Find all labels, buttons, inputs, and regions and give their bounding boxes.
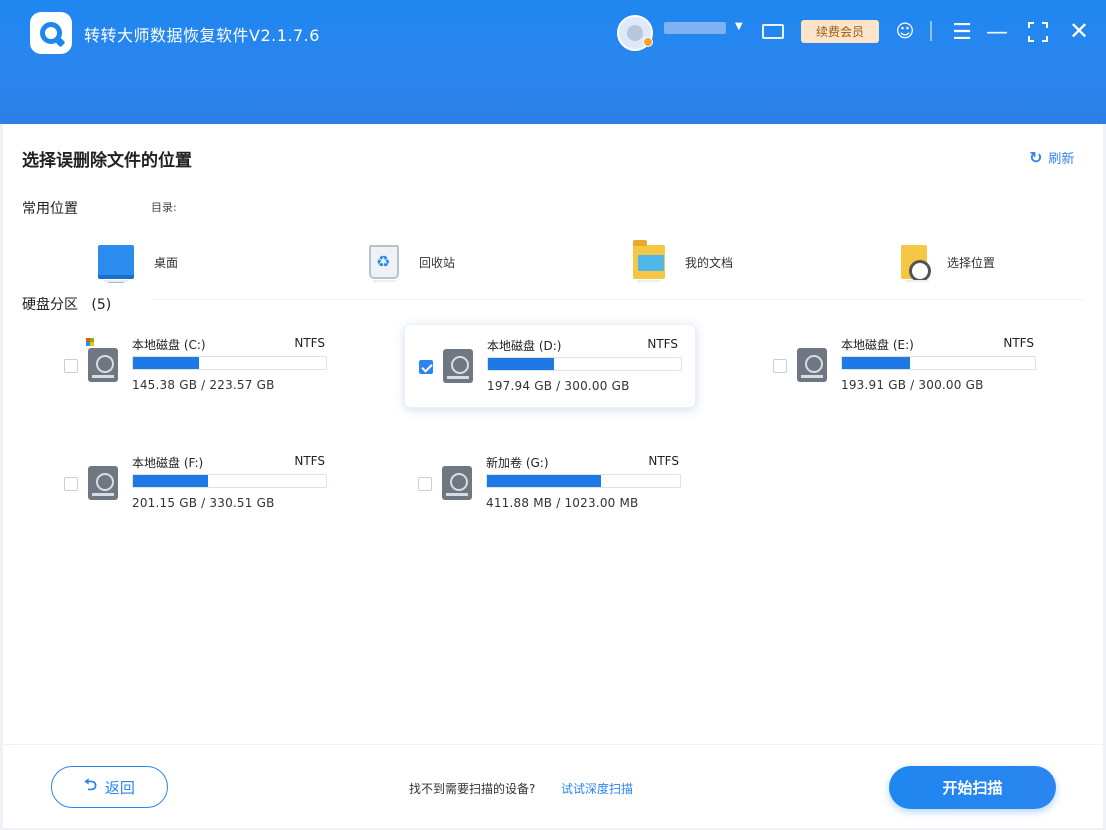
- disk-count: (5): [91, 297, 112, 313]
- location-choose[interactable]: 选择位置: [901, 236, 995, 288]
- disk-checkbox[interactable]: [418, 477, 432, 491]
- documents-folder-icon: [633, 240, 665, 279]
- disk-card[interactable]: 本地磁盘 (F:) NTFS 201.15 GB / 330.51 GB: [50, 442, 342, 526]
- page-title: 选择误删除文件的位置: [22, 151, 192, 171]
- hard-drive-icon: [88, 348, 118, 382]
- disk-usage-fill: [133, 357, 199, 369]
- vip-badge-icon: [643, 37, 653, 47]
- disk-size: 411.88 MB / 1023.00 MB: [486, 496, 639, 510]
- disk-name: 本地磁盘 (D:): [487, 339, 562, 353]
- disk-checkbox[interactable]: [773, 359, 787, 373]
- location-label: 桌面: [154, 255, 179, 270]
- choose-location-icon: [901, 245, 931, 282]
- header-separator: [930, 21, 932, 41]
- footer-bar: ⮌ 返回 找不到需要扫描的设备? 试试深度扫描 开始扫描: [3, 744, 1103, 828]
- refresh-label: 刷新: [1048, 152, 1075, 167]
- location-desktop[interactable]: 桌面: [98, 236, 178, 288]
- menu-icon[interactable]: ☰: [950, 20, 974, 45]
- disk-name: 新加卷 (G:): [486, 456, 549, 470]
- disk-filesystem: NTFS: [1003, 336, 1034, 350]
- location-indicator: [637, 280, 661, 282]
- back-button[interactable]: ⮌ 返回: [51, 766, 168, 808]
- hard-drive-icon: [797, 348, 827, 382]
- disk-size: 201.15 GB / 330.51 GB: [132, 496, 275, 510]
- disk-usage-bar: [486, 474, 681, 488]
- disk-size: 145.38 GB / 223.57 GB: [132, 378, 275, 392]
- location-indicator: [104, 280, 128, 282]
- disk-checkbox[interactable]: [64, 477, 78, 491]
- disk-size: 197.94 GB / 300.00 GB: [487, 379, 630, 393]
- deep-scan-link[interactable]: 试试深度扫描: [561, 780, 633, 797]
- chevron-down-icon[interactable]: ▼: [735, 21, 743, 32]
- disk-usage-fill: [488, 358, 554, 370]
- disk-checkbox[interactable]: [419, 360, 433, 374]
- maximize-icon[interactable]: [1028, 22, 1048, 42]
- refresh-icon: ↻: [1029, 148, 1043, 167]
- disk-card[interactable]: 新加卷 (G:) NTFS 411.88 MB / 1023.00 MB: [404, 442, 696, 526]
- back-arrow-icon: ⮌: [84, 774, 97, 794]
- location-my-documents[interactable]: 我的文档: [633, 236, 733, 288]
- disk-name: 本地磁盘 (C:): [132, 338, 206, 352]
- device-icon[interactable]: [762, 24, 784, 39]
- app-title: 转转大师数据恢复软件V2.1.7.6: [84, 26, 320, 45]
- location-label: 我的文档: [685, 255, 734, 270]
- renew-membership-button[interactable]: 续费会员: [801, 20, 879, 43]
- hard-drive-icon: [443, 349, 473, 383]
- disk-partitions-label: 硬盘分区 (5): [22, 297, 112, 313]
- disk-size: 193.91 GB / 300.00 GB: [841, 378, 984, 392]
- hard-drive-icon: [88, 466, 118, 500]
- disk-card[interactable]: 本地磁盘 (D:) NTFS 197.94 GB / 300.00 GB: [404, 324, 696, 408]
- disk-checkbox[interactable]: [64, 359, 78, 373]
- disk-usage-fill: [133, 475, 209, 487]
- customer-service-icon[interactable]: ☺: [893, 19, 917, 43]
- recycle-bin-icon: [369, 245, 399, 279]
- device-hint-text: 找不到需要扫描的设备?: [409, 782, 536, 796]
- user-avatar[interactable]: [617, 15, 653, 51]
- disk-filesystem: NTFS: [294, 336, 325, 350]
- disk-usage-fill: [487, 475, 601, 487]
- disk-card[interactable]: 本地磁盘 (E:) NTFS 193.91 GB / 300.00 GB: [759, 324, 1051, 408]
- hard-drive-icon: [442, 466, 472, 500]
- location-indicator: [373, 280, 397, 282]
- common-locations-label: 常用位置: [22, 201, 78, 217]
- windows-logo-icon: [86, 338, 94, 346]
- disk-card[interactable]: 本地磁盘 (C:) NTFS 145.38 GB / 223.57 GB: [50, 324, 342, 408]
- disk-usage-bar: [487, 357, 682, 371]
- app-logo-icon: [30, 12, 72, 54]
- location-label: 选择位置: [947, 255, 996, 270]
- username-redacted[interactable]: [664, 22, 726, 34]
- disk-name: 本地磁盘 (E:): [841, 338, 914, 352]
- disk-filesystem: NTFS: [647, 337, 678, 351]
- disk-filesystem: NTFS: [648, 454, 679, 468]
- section-divider: [153, 299, 1083, 300]
- location-recycle-bin[interactable]: 回收站: [369, 236, 455, 288]
- location-label: 回收站: [419, 255, 456, 270]
- close-icon[interactable]: ✕: [1067, 17, 1091, 45]
- disk-usage-fill: [842, 357, 910, 369]
- main-panel: 选择误删除文件的位置 ↻ 刷新 常用位置 目录: 桌面 回收站 我的文档 选择位…: [3, 124, 1103, 744]
- location-indicator: [905, 280, 929, 282]
- disk-usage-bar: [841, 356, 1036, 370]
- disk-usage-bar: [132, 474, 327, 488]
- minimize-icon[interactable]: —: [986, 20, 1008, 45]
- disk-filesystem: NTFS: [294, 454, 325, 468]
- refresh-button[interactable]: ↻ 刷新: [1029, 148, 1074, 167]
- disk-usage-bar: [132, 356, 327, 370]
- desktop-icon: [98, 245, 134, 283]
- start-scan-button[interactable]: 开始扫描: [889, 766, 1056, 809]
- directory-label: 目录:: [151, 201, 177, 214]
- back-label: 返回: [104, 778, 135, 797]
- title-bar: 转转大师数据恢复软件V2.1.7.6 ▼ 续费会员 ☺ ☰ — ✕: [0, 0, 1106, 124]
- disk-name: 本地磁盘 (F:): [132, 456, 204, 470]
